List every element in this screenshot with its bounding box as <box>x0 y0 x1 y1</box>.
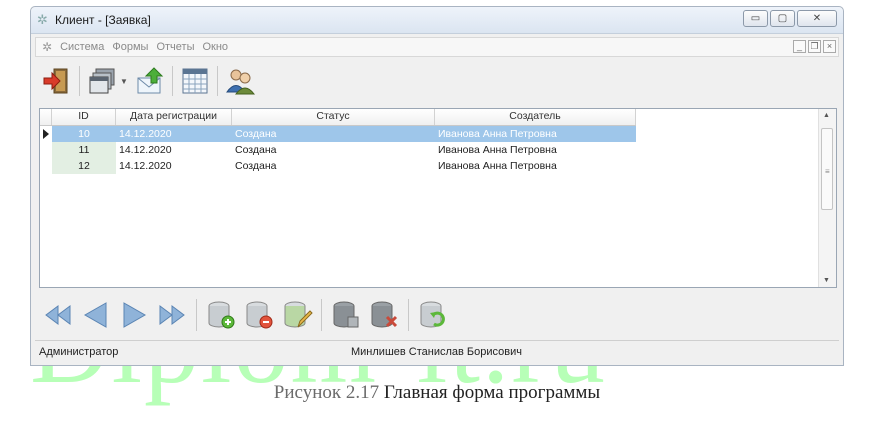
table-row[interactable]: 11 14.12.2020 Создана Иванова Анна Петро… <box>40 142 636 158</box>
cell-status[interactable]: Создана <box>232 158 435 174</box>
window-title: Клиент - [Заявка] <box>55 13 151 27</box>
refresh-icon[interactable] <box>416 298 450 332</box>
header-indicator <box>40 109 52 125</box>
mdi-restore-button[interactable]: ❐ <box>808 40 821 53</box>
window-controls: ▭ ▢ ✕ <box>743 10 837 27</box>
navigator-separator <box>196 299 197 331</box>
menu-item-forms[interactable]: Формы <box>108 41 152 53</box>
cell-creator[interactable]: Иванова Анна Петровна <box>435 142 636 158</box>
edit-icon[interactable] <box>280 298 314 332</box>
close-button[interactable]: ✕ <box>797 10 837 27</box>
scroll-up-icon[interactable]: ▲ <box>823 112 830 119</box>
cell-id[interactable]: 11 <box>52 142 116 158</box>
prior-icon[interactable] <box>79 298 113 332</box>
title-bar: ✲ Клиент - [Заявка] ▭ ▢ ✕ <box>31 7 843 34</box>
menu-item-window[interactable]: Окно <box>198 41 232 53</box>
cell-date[interactable]: 14.12.2020 <box>116 126 232 142</box>
menu-item-reports[interactable]: Отчеты <box>152 41 198 53</box>
minimize-button[interactable]: ▭ <box>743 10 768 27</box>
menu-bar: ✲ Система Формы Отчеты Окно _ ❐ × <box>35 37 839 57</box>
row-indicator <box>40 126 52 142</box>
caption-label: Рисунок 2.17 <box>273 382 380 403</box>
figure-caption: Рисунок 2.17 Главная форма программы <box>0 382 874 404</box>
windows-icon[interactable] <box>86 65 118 97</box>
db-navigator <box>39 293 839 337</box>
menu-item-system[interactable]: Система <box>56 41 108 53</box>
cell-date[interactable]: 14.12.2020 <box>116 158 232 174</box>
scroll-thumb[interactable]: ≡ <box>821 128 833 210</box>
last-icon[interactable] <box>155 298 189 332</box>
cell-creator[interactable]: Иванова Анна Петровна <box>435 158 636 174</box>
table-row[interactable]: 10 14.12.2020 Создана Иванова Анна Петро… <box>40 126 636 142</box>
toolbar-separator <box>79 66 80 96</box>
toolbar-separator <box>171 66 173 96</box>
grid-header: ID Дата регистрации Статус Создатель <box>40 109 636 126</box>
row-indicator <box>40 158 52 174</box>
calendar-icon[interactable] <box>179 65 211 97</box>
column-header-status[interactable]: Статус <box>232 109 435 125</box>
main-toolbar: ▼ <box>35 60 839 102</box>
cell-status[interactable]: Создана <box>232 126 435 142</box>
menu-gear-icon: ✲ <box>42 40 53 54</box>
app-icon: ✲ <box>37 12 48 27</box>
current-row-icon <box>43 129 49 139</box>
cell-status[interactable]: Создана <box>232 142 435 158</box>
status-bar: Администратор Минлишев Станислав Борисов… <box>35 340 839 363</box>
status-role: Администратор <box>39 346 119 358</box>
mdi-close-button[interactable]: × <box>823 40 836 53</box>
post-icon[interactable] <box>329 298 363 332</box>
status-user: Минлишев Станислав Борисович <box>351 346 522 358</box>
cell-creator[interactable]: Иванова Анна Петровна <box>435 126 636 142</box>
column-header-id[interactable]: ID <box>52 109 116 125</box>
exit-icon[interactable] <box>41 65 73 97</box>
chevron-down-icon[interactable]: ▼ <box>120 77 128 86</box>
cancel-icon[interactable] <box>367 298 401 332</box>
row-indicator <box>40 142 52 158</box>
next-icon[interactable] <box>117 298 151 332</box>
caption-text: Главная форма программы <box>383 382 601 403</box>
table-row[interactable]: 12 14.12.2020 Создана Иванова Анна Петро… <box>40 158 636 174</box>
navigator-separator <box>321 299 322 331</box>
insert-icon[interactable] <box>204 298 238 332</box>
scroll-down-icon[interactable]: ▼ <box>823 277 830 284</box>
mdi-controls: _ ❐ × <box>793 40 836 53</box>
mdi-minimize-button[interactable]: _ <box>793 40 806 53</box>
maximize-button[interactable]: ▢ <box>770 10 795 27</box>
data-grid[interactable]: ID Дата регистрации Статус Создатель 10 … <box>39 108 837 288</box>
grip-icon: ≡ <box>825 167 830 176</box>
navigator-separator <box>408 299 409 331</box>
delete-icon[interactable] <box>242 298 276 332</box>
cell-date[interactable]: 14.12.2020 <box>116 142 232 158</box>
users-icon[interactable] <box>224 65 256 97</box>
first-icon[interactable] <box>41 298 75 332</box>
column-header-creator[interactable]: Создатель <box>435 109 636 125</box>
cell-id[interactable]: 10 <box>52 126 116 142</box>
export-icon[interactable] <box>134 65 166 97</box>
cell-id[interactable]: 12 <box>52 158 116 174</box>
toolbar-separator <box>216 66 218 96</box>
vertical-scrollbar[interactable]: ▲ ≡ ▼ <box>818 109 836 287</box>
column-header-date[interactable]: Дата регистрации <box>116 109 232 125</box>
main-window: ✲ Клиент - [Заявка] ▭ ▢ ✕ ✲ Система Форм… <box>30 6 844 366</box>
